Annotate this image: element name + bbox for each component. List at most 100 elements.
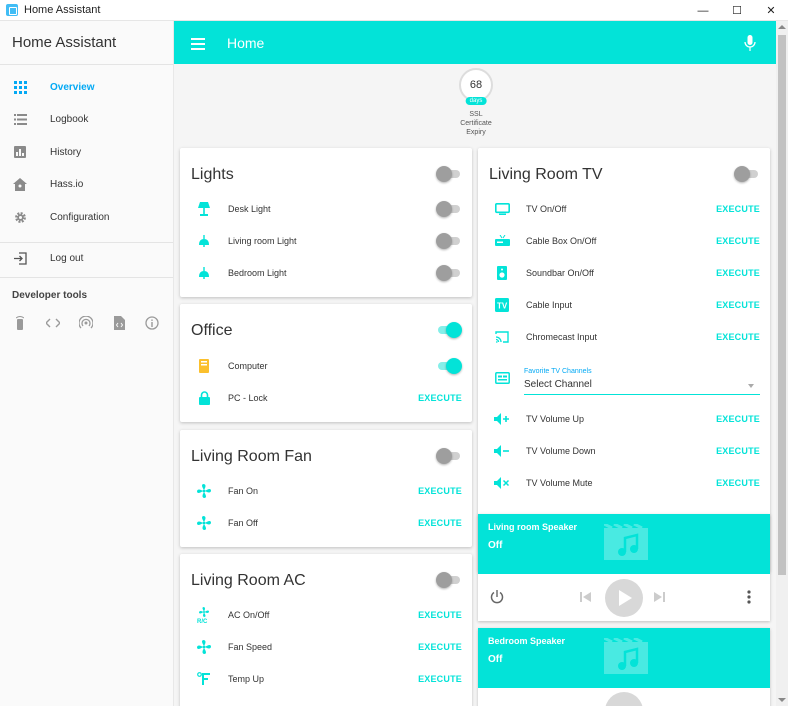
developer-tools-title: Developer tools xyxy=(12,289,88,301)
card-title: Living Room AC xyxy=(191,572,306,589)
card-title: Living Room Fan xyxy=(191,448,312,465)
ssl-badge[interactable]: 68 days SSL Certificate Expiry xyxy=(456,68,496,137)
execute-button[interactable]: EXECUTE xyxy=(716,332,760,342)
entity-name: TV Volume Up xyxy=(526,414,585,424)
fan-icon xyxy=(196,483,212,499)
entity-row: Soundbar On/Off EXECUTE xyxy=(478,257,770,289)
scrollbar[interactable] xyxy=(776,21,788,706)
ac-group-toggle[interactable] xyxy=(436,572,460,588)
execute-button[interactable]: EXECUTE xyxy=(716,204,760,214)
entity-row: Bedroom Light xyxy=(180,257,472,289)
grid-icon xyxy=(13,80,27,94)
tv-card: Living Room TV TV On/Off EXECUTE Cable B… xyxy=(478,148,770,572)
media-player-state: Off xyxy=(488,654,503,665)
sidebar-title: Home Assistant xyxy=(0,21,173,65)
scroll-down-icon[interactable] xyxy=(778,698,786,702)
office-card: Office Computer PC - Lock EXECUTE xyxy=(180,304,472,422)
close-icon[interactable]: ✕ xyxy=(754,0,788,21)
entity-name: Soundbar On/Off xyxy=(526,268,594,278)
scroll-up-icon[interactable] xyxy=(778,25,786,29)
execute-button[interactable]: EXECUTE xyxy=(418,642,462,652)
media-player-state: Off xyxy=(488,540,503,551)
badge-label-line: Expiry xyxy=(466,129,486,136)
scroll-thumb[interactable] xyxy=(778,35,786,575)
air-conditioner-icon: R/C xyxy=(196,607,212,623)
execute-button[interactable]: EXECUTE xyxy=(418,486,462,496)
entity-row: TV Cable Input EXECUTE xyxy=(478,289,770,321)
cast-icon xyxy=(494,329,510,345)
entity-name: TV Volume Down xyxy=(526,446,596,456)
entity-name: Temp Up xyxy=(228,674,265,684)
ceiling-light-icon xyxy=(196,265,212,281)
sidebar-item-label: History xyxy=(50,146,82,158)
page-title: Home xyxy=(227,34,265,51)
tv-channel-select[interactable]: Favorite TV Channels Select Channel xyxy=(524,368,760,395)
sidebar-item-configuration[interactable]: Configuration xyxy=(0,201,173,234)
entity-name: TV Volume Mute xyxy=(526,478,593,488)
code-icon[interactable] xyxy=(45,315,61,331)
play-button[interactable] xyxy=(605,579,643,617)
entity-row: Fan Speed EXECUTE xyxy=(180,631,472,663)
play-button[interactable] xyxy=(605,692,643,706)
sidebar-item-label: Hass.io xyxy=(50,179,84,191)
execute-button[interactable]: EXECUTE xyxy=(418,518,462,528)
bedroom-light-toggle[interactable] xyxy=(436,265,460,281)
volume-plus-icon xyxy=(494,411,510,427)
entity-name: TV On/Off xyxy=(526,204,567,214)
office-group-toggle[interactable] xyxy=(436,322,462,338)
execute-button[interactable]: EXECUTE xyxy=(716,300,760,310)
tv-input-icon: TV xyxy=(494,297,510,313)
menu-icon[interactable] xyxy=(191,37,205,50)
living-room-light-toggle[interactable] xyxy=(436,233,460,249)
file-code-icon[interactable] xyxy=(111,315,127,331)
entity-row: R/C AC On/Off EXECUTE xyxy=(180,599,472,631)
ceiling-light-icon xyxy=(196,233,212,249)
sidebar-item-overview[interactable]: Overview xyxy=(0,71,173,104)
tv-guide-icon xyxy=(494,370,510,386)
entity-row: TV Volume Down EXECUTE xyxy=(478,435,770,467)
execute-button[interactable]: EXECUTE xyxy=(418,610,462,620)
desk-light-toggle[interactable] xyxy=(436,201,460,217)
select-value: Select Channel xyxy=(524,379,760,395)
ac-card: Living Room AC R/C AC On/Off EXECUTE Fan… xyxy=(180,554,472,706)
minimize-icon[interactable]: — xyxy=(686,0,720,21)
computer-toggle[interactable] xyxy=(436,358,462,374)
execute-button[interactable]: EXECUTE xyxy=(716,236,760,246)
info-icon[interactable] xyxy=(144,315,160,331)
execute-button[interactable]: EXECUTE xyxy=(716,414,760,424)
speaker-icon xyxy=(494,265,510,281)
fan-icon xyxy=(196,639,212,655)
sidebar-item-history[interactable]: History xyxy=(0,136,173,169)
entity-row: Computer xyxy=(180,350,472,382)
more-vertical-icon[interactable] xyxy=(747,590,751,604)
execute-button[interactable]: EXECUTE xyxy=(716,446,760,456)
broadcast-icon[interactable] xyxy=(78,315,94,331)
sidebar-item-logout[interactable]: Log out xyxy=(0,243,173,275)
sidebar-item-label: Overview xyxy=(50,81,95,93)
execute-button[interactable]: EXECUTE xyxy=(716,478,760,488)
execute-button[interactable]: EXECUTE xyxy=(418,674,462,684)
living-room-speaker-card: Living room Speaker Off xyxy=(478,514,770,621)
entity-name: AC On/Off xyxy=(228,610,270,620)
execute-button[interactable]: EXECUTE xyxy=(716,268,760,278)
entity-row: TV Volume Up EXECUTE xyxy=(478,403,770,435)
entity-row: Chromecast Input EXECUTE xyxy=(478,321,770,353)
tv-group-toggle[interactable] xyxy=(734,166,758,182)
fan-group-toggle[interactable] xyxy=(436,448,460,464)
microphone-icon[interactable] xyxy=(744,35,756,51)
lights-group-toggle[interactable] xyxy=(436,166,460,182)
maximize-icon[interactable]: ☐ xyxy=(720,0,754,21)
power-icon[interactable] xyxy=(490,590,504,604)
volume-mute-icon xyxy=(494,475,510,491)
next-track-icon[interactable] xyxy=(654,592,665,602)
media-player-name: Living room Speaker xyxy=(488,522,578,532)
chart-icon xyxy=(13,145,27,159)
sidebar-item-logbook[interactable]: Logbook xyxy=(0,104,173,137)
entity-name: PC - Lock xyxy=(228,393,268,403)
previous-track-icon[interactable] xyxy=(580,592,591,602)
desk-lamp-icon xyxy=(196,201,212,217)
execute-button[interactable]: EXECUTE xyxy=(418,393,462,403)
remote-icon[interactable] xyxy=(12,315,28,331)
list-icon xyxy=(13,113,27,127)
sidebar-item-hassio[interactable]: Hass.io xyxy=(0,169,173,202)
